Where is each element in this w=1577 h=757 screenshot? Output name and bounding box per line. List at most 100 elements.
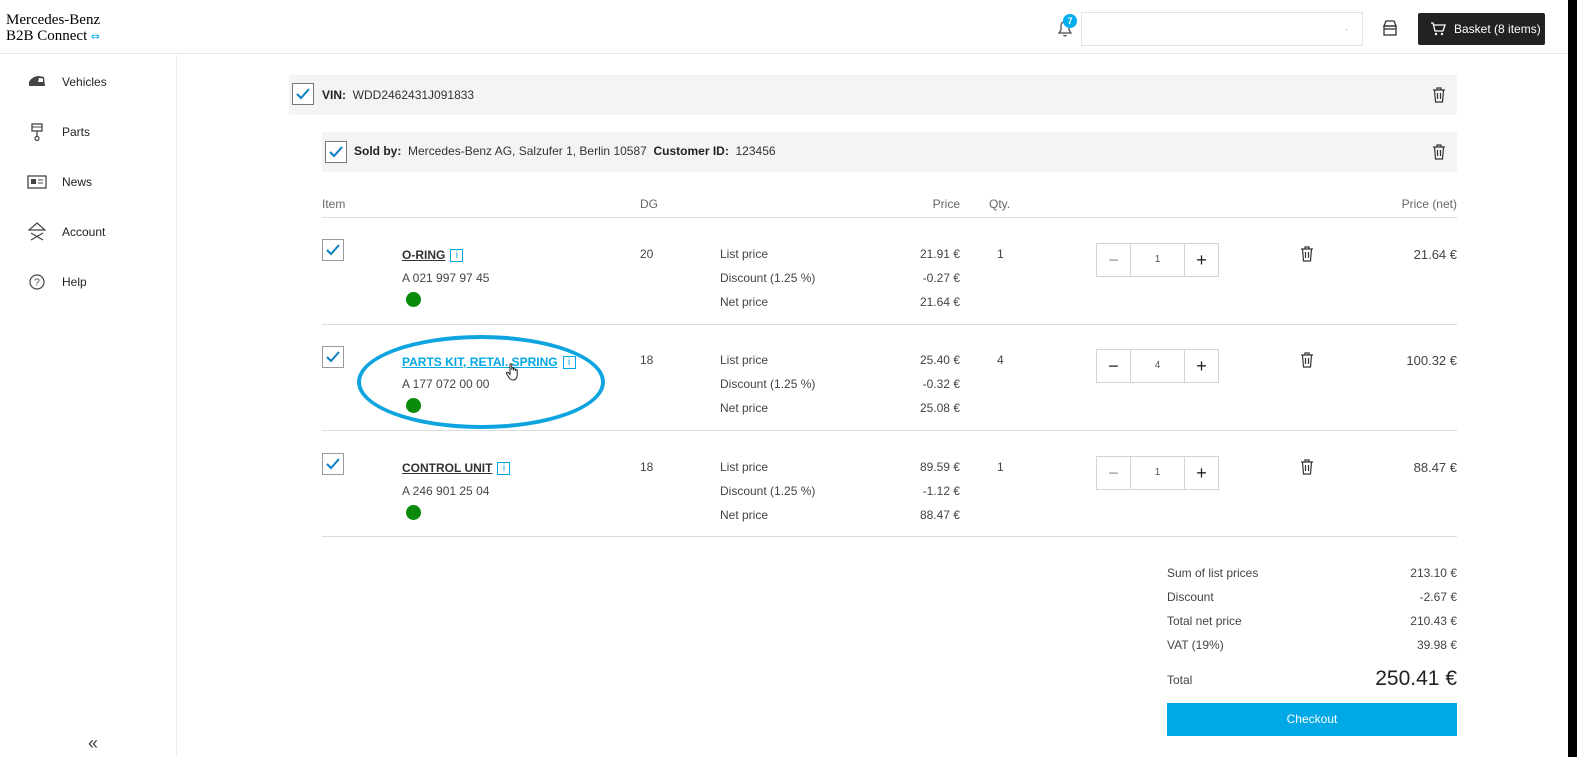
trash-icon[interactable]	[1432, 144, 1446, 160]
vin-text: VIN: WDD2462431J091833	[322, 88, 474, 102]
account-icon	[26, 222, 48, 241]
customer-id-value: 123456	[735, 144, 776, 158]
sold-by-value: Mercedes-Benz AG, Salzufer 1, Berlin 105…	[408, 144, 647, 158]
quantity-input[interactable]: 1	[1130, 457, 1185, 489]
search-field[interactable]: ·	[1081, 12, 1363, 46]
increase-button[interactable]: +	[1185, 457, 1218, 489]
discount-value: -1.12 €	[922, 484, 960, 498]
decrease-button[interactable]: −	[1097, 350, 1130, 382]
qty-value: 1	[997, 247, 1004, 261]
sidebar-item-help[interactable]: ? Help	[26, 273, 87, 291]
customer-id-label: Customer ID:	[653, 144, 729, 158]
column-header-dg: DG	[640, 197, 658, 211]
checkmark-icon	[326, 458, 340, 470]
discount-value: -0.32 €	[922, 377, 960, 391]
quantity-stepper: − 4 +	[1096, 349, 1219, 383]
checkmark-icon	[326, 351, 340, 363]
list-price-label: List price	[720, 353, 769, 367]
vat-value: 39.98 €	[1416, 638, 1457, 652]
sum-list-value: 213.10 €	[1410, 566, 1457, 580]
sidebar-item-label: Parts	[62, 125, 91, 139]
divider	[322, 324, 1457, 325]
piston-icon	[26, 123, 48, 141]
newspaper-icon	[26, 173, 48, 191]
logo-line2: B2B Connect	[6, 28, 88, 44]
divider	[322, 217, 1457, 218]
vin-value: WDD2462431J091833	[352, 88, 475, 102]
part-number: A 246 901 25 04	[402, 484, 490, 498]
dg-value: 18	[640, 353, 654, 367]
row-checkbox[interactable]	[322, 239, 344, 261]
availability-dot-icon	[406, 505, 421, 520]
collapse-sidebar-icon[interactable]: «	[88, 733, 98, 754]
sidebar-item-vehicles[interactable]: Vehicles	[26, 73, 107, 91]
sidebar-item-label: News	[62, 175, 93, 189]
sidebar-item-label: Help	[62, 275, 87, 289]
seller-checkbox[interactable]	[325, 141, 347, 163]
basket-button[interactable]: Basket (8 items)	[1418, 13, 1545, 45]
net-price-label: Net price	[720, 401, 769, 415]
info-icon[interactable]: i	[497, 462, 511, 476]
hand-cursor-icon	[505, 363, 518, 381]
discount-total-value: -2.67 €	[1419, 590, 1457, 604]
discount-value: -0.27 €	[922, 271, 960, 285]
quantity-input[interactable]: 4	[1130, 350, 1185, 382]
increase-button[interactable]: +	[1185, 350, 1218, 382]
list-price-label: List price	[720, 460, 769, 474]
net-price-label: Net price	[720, 508, 769, 522]
row-checkbox[interactable]	[322, 453, 344, 475]
increase-button[interactable]: +	[1185, 244, 1218, 276]
info-icon[interactable]: i	[450, 249, 464, 263]
list-price-value: 89.59 €	[919, 460, 960, 474]
sidebar-item-news[interactable]: News	[26, 173, 92, 191]
sidebar-item-label: Vehicles	[62, 75, 107, 89]
list-price-label: List price	[720, 247, 769, 261]
store-icon[interactable]	[1381, 19, 1399, 37]
row-checkbox[interactable]	[322, 346, 344, 368]
quantity-stepper: − 1 +	[1096, 243, 1219, 277]
search-dropdown-marker[interactable]: ·	[1345, 24, 1348, 34]
total-value: 250.41 €	[1375, 667, 1457, 690]
item-name-link[interactable]: O-RING i	[402, 248, 464, 263]
car-icon	[26, 73, 48, 91]
quantity-stepper: − 1 +	[1096, 456, 1219, 490]
net-price-value: 21.64 €	[919, 295, 960, 309]
total-label: Total	[1167, 673, 1193, 687]
column-header-price: Price	[932, 197, 960, 211]
brand-logo[interactable]: Mercedes-Benz B2B Connect ⇔	[6, 12, 100, 45]
sum-list-label: Sum of list prices	[1167, 566, 1259, 580]
vin-label: VIN:	[322, 88, 346, 102]
notification-badge: 7	[1063, 14, 1077, 28]
checkmark-icon	[329, 146, 343, 158]
sidebar-item-parts[interactable]: Parts	[26, 123, 90, 141]
item-name: O-RING	[402, 248, 446, 262]
total-net-label: Total net price	[1167, 614, 1242, 628]
trash-icon[interactable]	[1432, 87, 1446, 103]
list-price-value: 21.91 €	[919, 247, 960, 261]
list-price-value: 25.40 €	[919, 353, 960, 367]
checkout-button[interactable]: Checkout	[1167, 703, 1457, 736]
column-header-qty: Qty.	[989, 197, 1011, 211]
vat-label: VAT (19%)	[1167, 638, 1224, 652]
item-name: CONTROL UNIT	[402, 461, 493, 475]
vin-checkbox[interactable]	[292, 83, 314, 105]
help-icon: ?	[26, 273, 48, 291]
dg-value: 18	[640, 460, 654, 474]
discount-total-label: Discount	[1167, 590, 1214, 604]
sidebar-item-account[interactable]: Account	[26, 222, 106, 241]
row-price-net: 100.32 €	[1406, 353, 1457, 368]
quantity-input[interactable]: 1	[1130, 244, 1185, 276]
vin-bar: VIN: WDD2462431J091833	[289, 75, 1457, 115]
search-input[interactable]	[1082, 13, 1362, 45]
decrease-button[interactable]: −	[1097, 244, 1130, 276]
screen-edge	[1568, 0, 1577, 757]
trash-icon[interactable]	[1300, 352, 1314, 368]
cart-icon	[1431, 22, 1446, 36]
discount-label: Discount (1.25 %)	[720, 271, 816, 285]
item-name-link[interactable]: CONTROL UNIT i	[402, 461, 511, 476]
trash-icon[interactable]	[1300, 459, 1314, 475]
decrease-button[interactable]: −	[1097, 457, 1130, 489]
discount-label: Discount (1.25 %)	[720, 377, 816, 391]
trash-icon[interactable]	[1300, 246, 1314, 262]
sidebar-item-label: Account	[62, 225, 106, 239]
